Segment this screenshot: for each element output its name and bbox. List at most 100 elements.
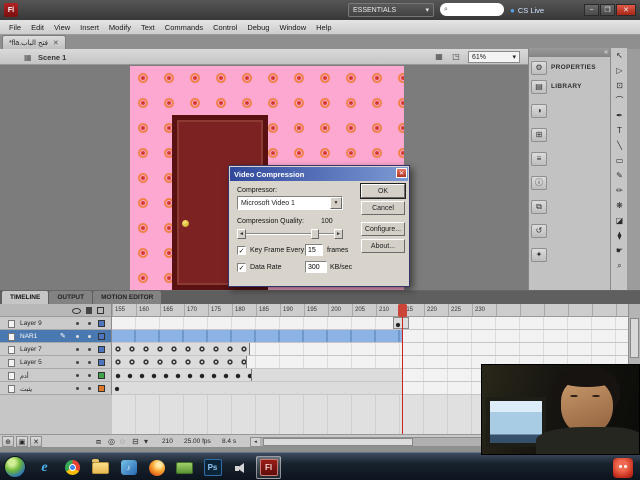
cs-live-button[interactable]: ● CS Live (510, 3, 544, 17)
minimize-button[interactable]: − (584, 4, 599, 16)
menu-control[interactable]: Control (208, 20, 242, 35)
lock-icon[interactable] (86, 307, 92, 314)
layer-visible-dot[interactable] (76, 335, 79, 338)
taskbar-chrome[interactable] (60, 456, 85, 479)
tab-motion-editor[interactable]: MOTION EDITOR (93, 291, 162, 304)
layer-name-cell[interactable]: يثبت (0, 382, 112, 395)
taskbar-internet-explorer[interactable]: e (32, 456, 57, 479)
frame-ruler[interactable]: 155 160 165 170 175 180 185 190 195 200 … (112, 304, 628, 317)
menu-window[interactable]: Window (274, 20, 311, 35)
layer-outline-color[interactable] (98, 333, 105, 340)
onion-skin-icon[interactable]: ◎ (108, 437, 115, 446)
scroll-left-icon[interactable]: ◂ (251, 438, 260, 446)
keyframe-input[interactable] (305, 244, 323, 256)
layer-lock-dot[interactable] (88, 335, 91, 338)
menu-debug[interactable]: Debug (242, 20, 274, 35)
compressor-dropdown[interactable]: Microsoft Video 1 ▼ (237, 196, 343, 210)
layer-outline-color[interactable] (98, 346, 105, 353)
frame-span[interactable] (252, 369, 403, 381)
tab-output[interactable]: OUTPUT (49, 291, 93, 304)
menu-insert[interactable]: Insert (75, 20, 104, 35)
center-frame-icon[interactable]: ⧈ (96, 437, 101, 447)
brush-tool-icon[interactable]: ✏ (611, 183, 628, 198)
slider-thumb[interactable] (311, 229, 319, 239)
menu-view[interactable]: View (49, 20, 75, 35)
keyframe-span[interactable] (393, 317, 409, 329)
dialog-title-bar[interactable]: Video Compression (230, 167, 408, 181)
slider-right-arrow-icon[interactable]: ► (334, 229, 343, 239)
show-hide-icon[interactable] (72, 308, 81, 314)
restore-button[interactable]: ❐ (600, 4, 615, 16)
outline-icon[interactable] (97, 307, 104, 314)
workspace-switcher[interactable]: ESSENTIALS ▾ (348, 3, 434, 17)
datarate-checkbox[interactable]: ✓ (237, 263, 246, 272)
color-panel-button[interactable]: ◑ (531, 102, 609, 119)
layer-lock-dot[interactable] (88, 322, 91, 325)
configure-button[interactable]: Configure... (361, 222, 405, 236)
align-panel-button[interactable]: ≡ (531, 150, 609, 167)
document-tab[interactable]: فتح الباب.fla* ✕ (2, 35, 66, 49)
layer-visible-dot[interactable] (76, 374, 79, 377)
layer-lock-dot[interactable] (88, 361, 91, 364)
swatches-panel-button[interactable]: ⊞ (531, 126, 609, 143)
scene-breadcrumb[interactable]: Scene 1 (38, 53, 66, 62)
text-tool-icon[interactable]: T (611, 123, 628, 138)
motion-presets-panel-button[interactable]: ✦ (531, 246, 609, 263)
history-panel-button[interactable]: ↺ (531, 222, 609, 239)
menu-modify[interactable]: Modify (104, 20, 136, 35)
keyframe-span[interactable] (112, 369, 252, 381)
new-folder-button[interactable]: ▣ (16, 436, 28, 447)
layer-outline-color[interactable] (98, 359, 105, 366)
quality-slider[interactable]: ◄ ► (237, 229, 343, 239)
taskbar-media-player[interactable]: ♪ (116, 456, 141, 479)
layer-name-cell[interactable]: أدم (0, 369, 112, 382)
layer-name-cell[interactable]: Layer 7 (0, 343, 112, 356)
tab-timeline[interactable]: TIMELINE (2, 291, 49, 304)
start-button[interactable] (4, 456, 26, 478)
search-input[interactable] (447, 6, 492, 13)
library-panel-button[interactable]: ▤ LIBRARY (531, 78, 609, 95)
layer-visible-dot[interactable] (76, 387, 79, 390)
selection-tool-icon[interactable]: ↖ (611, 48, 628, 63)
layer-name-cell[interactable]: Layer 9 (0, 317, 112, 330)
layer-name-cell[interactable]: Layer 5 (0, 356, 112, 369)
layer-visible-dot[interactable] (76, 348, 79, 351)
layer-frames[interactable] (112, 330, 628, 343)
dock-header[interactable]: « (529, 48, 611, 57)
menu-edit[interactable]: Edit (26, 20, 49, 35)
layer-lock-dot[interactable] (88, 374, 91, 377)
keyframe-span[interactable] (112, 356, 247, 368)
modify-markers-icon[interactable]: ▾ (144, 437, 148, 446)
properties-panel-button[interactable]: ⚙ PROPERTIES (531, 59, 609, 76)
taskbar-file-explorer[interactable] (88, 456, 113, 479)
subselection-tool-icon[interactable]: ▷ (611, 63, 628, 78)
layer-name-cell[interactable]: NAR1 ✎ (0, 330, 112, 343)
menu-help[interactable]: Help (311, 20, 336, 35)
pencil-tool-icon[interactable]: ✎ (611, 168, 628, 183)
layer-lock-dot[interactable] (88, 348, 91, 351)
transform-panel-button[interactable]: ⧉ (531, 198, 609, 215)
layer-visible-dot[interactable] (76, 361, 79, 364)
paint-bucket-tool-icon[interactable]: ◪ (611, 213, 628, 228)
taskbar-angry-birds[interactable] (610, 456, 635, 479)
layer-frames[interactable] (112, 317, 628, 330)
datarate-input[interactable] (305, 261, 327, 273)
vscroll-thumb[interactable] (630, 318, 639, 358)
playhead[interactable] (398, 304, 407, 317)
delete-layer-button[interactable]: ✕ (30, 436, 42, 447)
info-panel-button[interactable]: ⓘ (531, 174, 609, 191)
edit-multiple-frames-icon[interactable]: ⊟ (132, 437, 139, 446)
taskbar-flash[interactable]: Fl (256, 456, 281, 479)
taskbar-firefox[interactable] (144, 456, 169, 479)
lasso-tool-icon[interactable]: ⌒ (611, 93, 628, 108)
search-box[interactable]: ⌕ (440, 3, 504, 16)
menu-text[interactable]: Text (136, 20, 160, 35)
pen-tool-icon[interactable]: ✒ (611, 108, 628, 123)
layer-outline-color[interactable] (98, 372, 105, 379)
taskbar-pictures-folder[interactable] (172, 456, 197, 479)
selected-frame-span[interactable] (112, 330, 403, 342)
cancel-button[interactable]: Cancel (361, 201, 405, 215)
menu-commands[interactable]: Commands (160, 20, 208, 35)
frame-span[interactable] (112, 382, 403, 394)
line-tool-icon[interactable]: ╲ (611, 138, 628, 153)
